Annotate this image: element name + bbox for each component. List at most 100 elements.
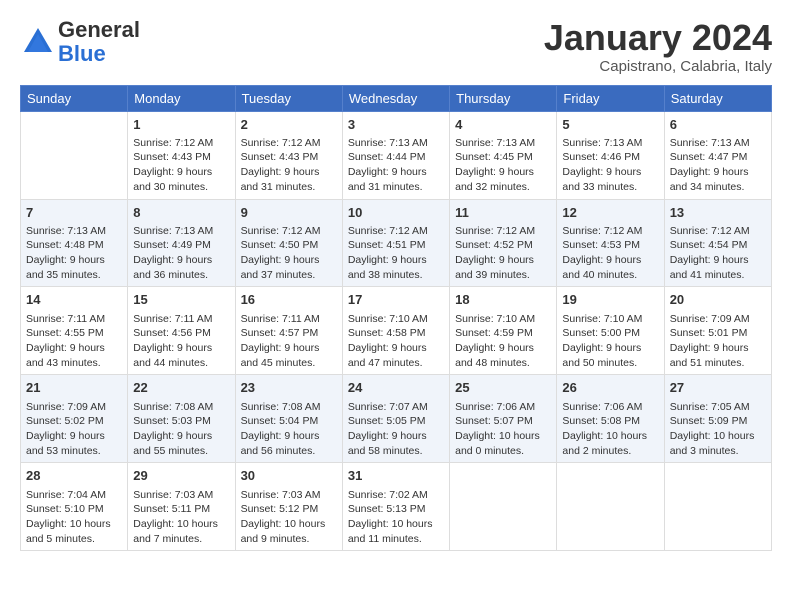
- table-row: 25Sunrise: 7:06 AMSunset: 5:07 PMDayligh…: [450, 375, 557, 463]
- day-info-line: Daylight: 10 hours: [562, 429, 658, 444]
- day-info-line: Sunset: 5:00 PM: [562, 326, 658, 341]
- col-sunday: Sunday: [21, 85, 128, 111]
- day-number: 16: [241, 291, 337, 309]
- day-info-line: Sunset: 5:03 PM: [133, 414, 229, 429]
- day-info-line: and 48 minutes.: [455, 356, 551, 371]
- day-info-line: Sunrise: 7:13 AM: [670, 136, 766, 151]
- day-info-line: Sunset: 5:13 PM: [348, 502, 444, 517]
- day-info-line: Sunrise: 7:10 AM: [562, 312, 658, 327]
- day-number: 28: [26, 467, 122, 485]
- day-info-line: and 47 minutes.: [348, 356, 444, 371]
- table-row: 23Sunrise: 7:08 AMSunset: 5:04 PMDayligh…: [235, 375, 342, 463]
- table-row: 26Sunrise: 7:06 AMSunset: 5:08 PMDayligh…: [557, 375, 664, 463]
- day-info-line: Sunrise: 7:13 AM: [455, 136, 551, 151]
- day-info-line: Sunset: 5:04 PM: [241, 414, 337, 429]
- logo-general: General: [58, 17, 140, 42]
- day-number: 3: [348, 116, 444, 134]
- day-info-line: Sunrise: 7:11 AM: [133, 312, 229, 327]
- calendar-week-row: 1 Sunrise: 7:12 AMSunset: 4:43 PM Daylight…: [21, 111, 772, 199]
- table-row: 27Sunrise: 7:05 AMSunset: 5:09 PMDayligh…: [664, 375, 771, 463]
- day-info-line: Daylight: 9 hours: [670, 253, 766, 268]
- day-info-line: Sunrise: 7:13 AM: [562, 136, 658, 151]
- table-row: [557, 463, 664, 551]
- col-wednesday: Wednesday: [342, 85, 449, 111]
- day-info-line: Sunset: 5:11 PM: [133, 502, 229, 517]
- day-info-line: Sunset: 5:07 PM: [455, 414, 551, 429]
- day-info-line: and 0 minutes.: [455, 444, 551, 459]
- day-info-line: Daylight: 9 hours: [133, 341, 229, 356]
- location-subtitle: Capistrano, Calabria, Italy: [544, 58, 772, 75]
- day-info-line: and 5 minutes.: [26, 532, 122, 547]
- day-info-line: Daylight: 10 hours: [26, 517, 122, 532]
- day-info-line: and 44 minutes.: [133, 356, 229, 371]
- day-info-line: and 31 minutes.: [348, 180, 444, 195]
- day-info-line: and 45 minutes.: [241, 356, 337, 371]
- day-info-line: and 37 minutes.: [241, 268, 337, 283]
- page: General Blue January 2024 Capistrano, Ca…: [0, 0, 792, 612]
- month-title: January 2024: [544, 18, 772, 58]
- table-row: 8Sunrise: 7:13 AMSunset: 4:49 PMDaylight…: [128, 199, 235, 287]
- day-info-line: and 11 minutes.: [348, 532, 444, 547]
- day-number: 19: [562, 291, 658, 309]
- day-number: 31: [348, 467, 444, 485]
- day-info-line: Daylight: 9 hours: [348, 165, 444, 180]
- day-number: 2: [241, 116, 337, 134]
- table-row: 16Sunrise: 7:11 AMSunset: 4:57 PMDayligh…: [235, 287, 342, 375]
- day-info-line: Sunset: 4:56 PM: [133, 326, 229, 341]
- logo: General Blue: [20, 18, 140, 66]
- day-info-line: Daylight: 9 hours: [670, 165, 766, 180]
- day-info-line: Daylight: 9 hours: [133, 253, 229, 268]
- day-info-line: and 50 minutes.: [562, 356, 658, 371]
- calendar-week-row: 21Sunrise: 7:09 AMSunset: 5:02 PMDayligh…: [21, 375, 772, 463]
- table-row: 5Sunrise: 7:13 AMSunset: 4:46 PMDaylight…: [557, 111, 664, 199]
- day-info-line: and 51 minutes.: [670, 356, 766, 371]
- table-row: 28Sunrise: 7:04 AMSunset: 5:10 PMDayligh…: [21, 463, 128, 551]
- day-number: 5: [562, 116, 658, 134]
- day-info-line: Sunrise: 7:08 AM: [241, 400, 337, 415]
- calendar-week-row: 14Sunrise: 7:11 AMSunset: 4:55 PMDayligh…: [21, 287, 772, 375]
- day-info-line: Sunrise: 7:08 AM: [133, 400, 229, 415]
- calendar-header-row: Sunday Monday Tuesday Wednesday Thursday…: [21, 85, 772, 111]
- day-info-line: Sunset: 4:45 PM: [455, 150, 551, 165]
- day-info-line: Sunrise: 7:12 AM: [133, 136, 229, 151]
- day-info-line: Daylight: 9 hours: [241, 429, 337, 444]
- table-row: 30Sunrise: 7:03 AMSunset: 5:12 PMDayligh…: [235, 463, 342, 551]
- day-info-line: Sunrise: 7:03 AM: [133, 488, 229, 503]
- day-info-line: Sunset: 4:43 PM: [133, 150, 229, 165]
- logo-blue: Blue: [58, 41, 106, 66]
- table-row: 4Sunrise: 7:13 AMSunset: 4:45 PMDaylight…: [450, 111, 557, 199]
- table-row: [450, 463, 557, 551]
- day-info-line: and 32 minutes.: [455, 180, 551, 195]
- table-row: 7Sunrise: 7:13 AMSunset: 4:48 PMDaylight…: [21, 199, 128, 287]
- day-info-line: Sunrise: 7:13 AM: [348, 136, 444, 151]
- day-info-line: Sunset: 4:46 PM: [562, 150, 658, 165]
- day-info-line: Sunrise: 7:06 AM: [562, 400, 658, 415]
- day-number: 8: [133, 204, 229, 222]
- day-info-line: Sunrise: 7:02 AM: [348, 488, 444, 503]
- day-info-line: Sunset: 4:48 PM: [26, 238, 122, 253]
- day-info-line: Sunset: 5:12 PM: [241, 502, 337, 517]
- day-info-line: and 41 minutes.: [670, 268, 766, 283]
- col-tuesday: Tuesday: [235, 85, 342, 111]
- day-number: 1: [133, 116, 229, 134]
- day-info-line: Sunset: 4:58 PM: [348, 326, 444, 341]
- day-number: 14: [26, 291, 122, 309]
- day-info-line: Sunrise: 7:12 AM: [241, 224, 337, 239]
- day-info-line: Daylight: 10 hours: [241, 517, 337, 532]
- day-info-line: Daylight: 9 hours: [133, 429, 229, 444]
- table-row: [21, 111, 128, 199]
- col-saturday: Saturday: [664, 85, 771, 111]
- day-info-line: Sunrise: 7:03 AM: [241, 488, 337, 503]
- day-number: 13: [670, 204, 766, 222]
- logo-icon: [20, 24, 56, 60]
- table-row: 10Sunrise: 7:12 AMSunset: 4:51 PMDayligh…: [342, 199, 449, 287]
- day-info-line: Sunset: 5:10 PM: [26, 502, 122, 517]
- day-info-line: Sunrise: 7:06 AM: [455, 400, 551, 415]
- table-row: 20Sunrise: 7:09 AMSunset: 5:01 PMDayligh…: [664, 287, 771, 375]
- day-number: 26: [562, 379, 658, 397]
- day-info-line: and 35 minutes.: [26, 268, 122, 283]
- table-row: 18Sunrise: 7:10 AMSunset: 4:59 PMDayligh…: [450, 287, 557, 375]
- table-row: 31Sunrise: 7:02 AMSunset: 5:13 PMDayligh…: [342, 463, 449, 551]
- table-row: 22Sunrise: 7:08 AMSunset: 5:03 PMDayligh…: [128, 375, 235, 463]
- table-row: 11Sunrise: 7:12 AMSunset: 4:52 PMDayligh…: [450, 199, 557, 287]
